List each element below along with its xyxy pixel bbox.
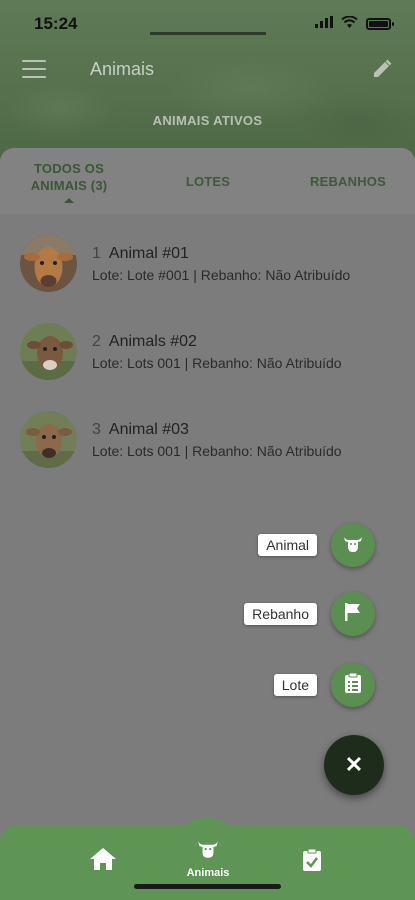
clipboard-list-icon (344, 672, 362, 699)
animal-name-text: Animal #03 (108, 421, 189, 438)
animal-avatar (20, 411, 77, 468)
home-icon (89, 846, 117, 877)
home-indicator (134, 884, 281, 889)
tab-indicator (150, 32, 266, 35)
cow-head-icon (195, 836, 221, 865)
animal-name-text: Animal #01 (108, 245, 189, 262)
wifi-icon (341, 15, 358, 33)
nav-animais[interactable]: Animais (178, 836, 238, 879)
list-item[interactable]: 2 Animals #02 Lote: Lots 001 | Rebanho: N… (0, 314, 415, 402)
fab-label-lote[interactable]: Lote (273, 674, 317, 696)
list-item[interactable]: 1 Animal #01 Lote: Lote #001 | Rebanho: N… (0, 226, 415, 314)
selected-caret-icon (64, 197, 74, 203)
add-animal-button[interactable] (331, 523, 375, 567)
animal-name: 1 Animal #01 (92, 245, 189, 263)
subtab-rebanhos[interactable]: REBANHOS (298, 148, 398, 214)
animal-name: 3 Animal #03 (92, 421, 189, 439)
app-bar: Animais (0, 52, 415, 88)
fab-label-rebanho[interactable]: Rebanho (244, 603, 317, 625)
fab-option-lote[interactable]: Lote (273, 663, 375, 707)
fab-option-rebanho[interactable]: Rebanho (244, 592, 375, 636)
fab-close-button[interactable]: ✕ (324, 735, 384, 795)
animal-avatar (20, 235, 77, 292)
animal-index: 2 (92, 333, 101, 350)
tab-animais-ativos[interactable]: ANIMAIS ATIVOS (0, 112, 415, 130)
clipboard-check-icon (301, 848, 323, 877)
nav-home[interactable] (89, 846, 117, 877)
subtab-bar: TODOS OS ANIMAIS (3) LOTES REBANHOS (0, 148, 415, 214)
status-bar: 15:24 (0, 0, 415, 48)
status-time: 15:24 (34, 14, 78, 33)
subtab-lotes[interactable]: LOTES (168, 148, 248, 214)
signal-icon (315, 15, 333, 33)
add-lote-button[interactable] (331, 663, 375, 707)
animal-avatar (20, 323, 77, 380)
header: 15:24 Animais ANIMAIS ATIVOS (0, 0, 415, 160)
animal-index: 1 (92, 245, 101, 262)
subtab-label-line2: ANIMAIS (3) (30, 177, 108, 193)
animal-name: 2 Animals #02 (92, 333, 197, 351)
subtab-label-line1: TODOS OS (34, 160, 104, 176)
add-rebanho-button[interactable] (331, 592, 375, 636)
subtab-label: LOTES (185, 173, 231, 189)
tab-label: ANIMAIS ATIVOS (152, 113, 263, 128)
fab-label-animal[interactable]: Animal (258, 534, 317, 556)
animal-detail: Lote: Lots 001 | Rebanho: Não Atribuído (92, 355, 342, 371)
fab-option-animal[interactable]: Animal (258, 523, 375, 567)
nav-tasks[interactable] (301, 848, 323, 877)
subtab-label: REBANHOS (310, 173, 386, 189)
battery-icon (366, 18, 394, 30)
animal-list: 1 Animal #01 Lote: Lote #001 | Rebanho: N… (0, 226, 415, 490)
menu-icon[interactable] (22, 60, 46, 78)
animal-name-text: Animals #02 (108, 333, 197, 350)
flag-icon (343, 601, 363, 628)
animal-detail: Lote: Lote #001 | Rebanho: Não Atribuído (92, 267, 351, 283)
close-icon: ✕ (344, 752, 364, 777)
page-title: Animais (90, 59, 155, 79)
subtab-todos-animais[interactable]: TODOS OS ANIMAIS (3) (14, 148, 124, 214)
edit-pencil-icon[interactable] (371, 58, 393, 80)
list-item[interactable]: 3 Animal #03 Lote: Lots 001 | Rebanho: Nã… (0, 402, 415, 490)
animal-detail: Lote: Lots 001 | Rebanho: Não Atribuído (92, 443, 342, 459)
status-icons (315, 15, 394, 33)
nav-animais-label: Animais (186, 867, 230, 879)
animal-index: 3 (92, 421, 101, 438)
cow-head-icon (342, 532, 364, 559)
